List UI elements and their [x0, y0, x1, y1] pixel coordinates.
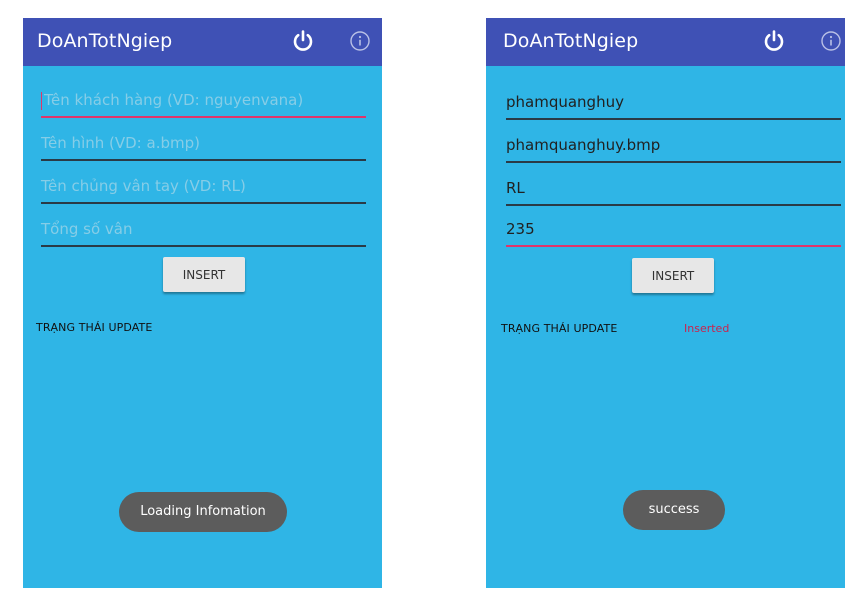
insert-button[interactable]: INSERT: [163, 257, 245, 292]
app-screen-empty: DoAnTotNgiep Tên khách hàng (VD: nguyenv…: [23, 18, 382, 588]
total-prints-value: 235: [506, 220, 535, 238]
fingerprint-type-placeholder: Tên chủng vân tay (VD: RL): [41, 177, 246, 195]
customer-name-value: phamquanghuy: [506, 93, 624, 111]
fingerprint-type-field[interactable]: Tên chủng vân tay (VD: RL): [41, 174, 366, 204]
power-icon[interactable]: [762, 29, 786, 53]
status-value: Inserted: [684, 322, 730, 335]
screenshot-stage: DoAnTotNgiep Tên khách hàng (VD: nguyenv…: [0, 0, 851, 592]
info-icon[interactable]: [349, 30, 371, 52]
status-label: TRẠNG THÁI UPDATE: [501, 322, 618, 335]
total-prints-field[interactable]: Tổng số vân: [41, 217, 366, 247]
app-bar: DoAnTotNgiep: [23, 18, 382, 66]
customer-name-field[interactable]: Tên khách hàng (VD: nguyenvana): [41, 88, 366, 118]
image-name-field[interactable]: Tên hình (VD: a.bmp): [41, 131, 366, 161]
toast-message: success: [623, 490, 725, 530]
image-name-field[interactable]: phamquanghuy.bmp: [506, 133, 841, 163]
image-name-value: phamquanghuy.bmp: [506, 136, 661, 154]
toast-message: Loading Infomation: [119, 492, 287, 532]
app-title: DoAnTotNgiep: [37, 30, 173, 52]
fingerprint-type-value: RL: [506, 179, 525, 197]
customer-name-field[interactable]: phamquanghuy: [506, 90, 841, 120]
image-name-placeholder: Tên hình (VD: a.bmp): [41, 134, 200, 152]
app-screen-filled: DoAnTotNgiep phamquanghuy phamquanghuy.b…: [486, 18, 845, 588]
status-label: TRẠNG THÁI UPDATE: [36, 321, 153, 334]
text-caret: [41, 92, 42, 110]
total-prints-field[interactable]: 235: [506, 217, 841, 247]
app-bar: DoAnTotNgiep: [486, 18, 845, 66]
fingerprint-type-field[interactable]: RL: [506, 176, 841, 206]
insert-button[interactable]: INSERT: [632, 258, 714, 293]
info-icon[interactable]: [820, 30, 842, 52]
customer-name-placeholder: Tên khách hàng (VD: nguyenvana): [44, 91, 304, 109]
power-icon[interactable]: [291, 29, 315, 53]
app-title: DoAnTotNgiep: [503, 30, 639, 52]
total-prints-placeholder: Tổng số vân: [41, 220, 133, 238]
